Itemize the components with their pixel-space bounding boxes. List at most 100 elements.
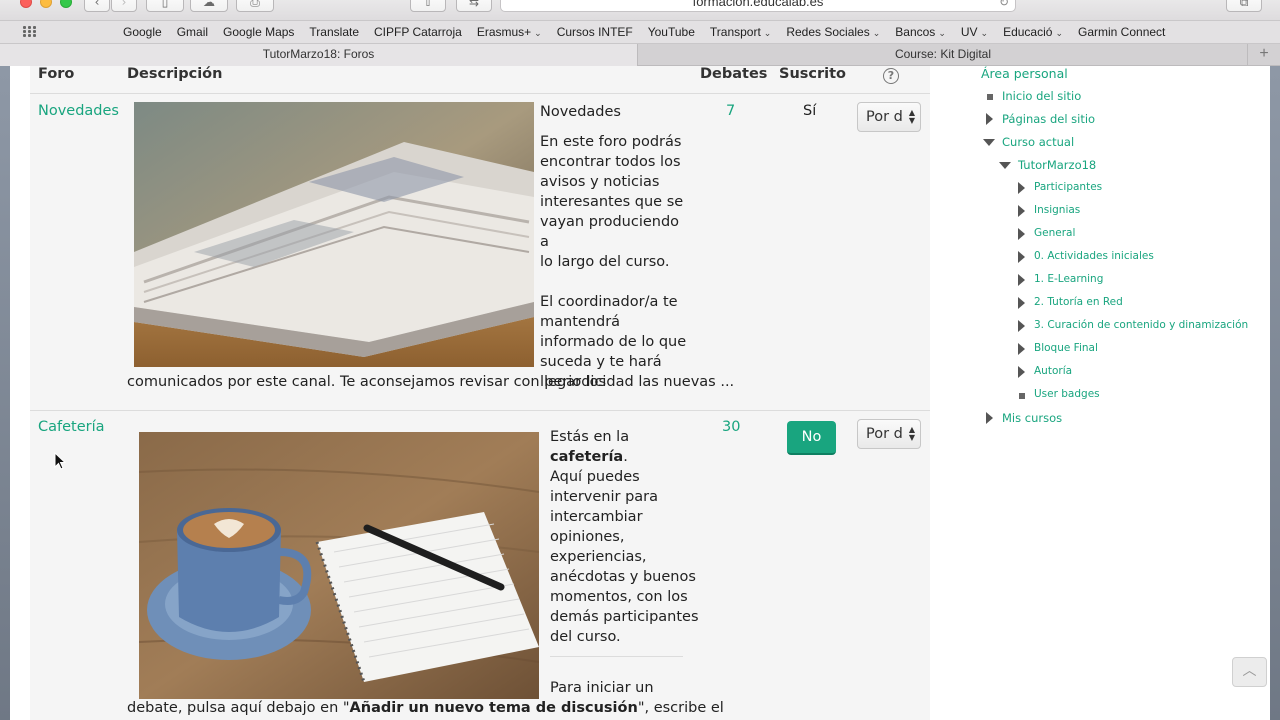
share-button[interactable]: ⇧	[410, 0, 446, 12]
digest-select[interactable]: Por d ▲ ▼	[857, 419, 921, 449]
expand-arrow-icon[interactable]	[1018, 182, 1025, 194]
bookmark-item[interactable]: Transport ⌄	[710, 25, 771, 39]
nav-item[interactable]: Área personal	[981, 66, 1068, 81]
expand-arrow-icon[interactable]	[1018, 343, 1025, 355]
description-line: Aquí puedes	[550, 469, 640, 485]
bookmark-item[interactable]: Google Maps	[223, 25, 294, 39]
expand-arrow-icon[interactable]	[986, 113, 993, 125]
bookmark-item[interactable]: Garmin Connect	[1078, 25, 1165, 39]
nav-item[interactable]: Insignias	[1018, 204, 1081, 217]
chevron-down-icon: ⌄	[1055, 28, 1063, 38]
address-bar[interactable]: formacion.educalab.es ↻	[500, 0, 1016, 12]
forum-link-cafeteria[interactable]: Cafetería	[38, 419, 105, 435]
nav-item[interactable]: 3. Curación de contenido y dinamización	[1018, 319, 1249, 332]
bookmark-item[interactable]: Bancos ⌄	[895, 25, 946, 39]
bookmark-item[interactable]: YouTube	[648, 25, 695, 39]
nav-item[interactable]: Curso actual	[983, 135, 1075, 149]
extension-button[interactable]: ⇆	[456, 0, 492, 12]
close-window-button[interactable]	[20, 0, 32, 8]
bookmark-item[interactable]: UV ⌄	[961, 25, 988, 39]
nav-item[interactable]: User badges	[1019, 388, 1100, 400]
expand-arrow-icon[interactable]	[1018, 274, 1025, 286]
debates-count[interactable]: 30	[722, 419, 740, 435]
expand-arrow-icon[interactable]	[1018, 297, 1025, 309]
tabs-overview-button[interactable]: ⧉	[1226, 0, 1262, 12]
description-bold: Añadir un nuevo tema de discusión	[349, 700, 638, 716]
nav-item[interactable]: Mis cursos	[986, 411, 1062, 425]
select-value: Por d	[866, 109, 903, 125]
scroll-to-top-button[interactable]: ︿	[1232, 657, 1267, 687]
nav-item[interactable]: Bloque Final	[1018, 342, 1098, 355]
bookmark-label: Gmail	[176, 25, 209, 39]
collapse-arrow-icon[interactable]	[999, 162, 1011, 169]
sidebar-button[interactable]: ▯	[146, 0, 184, 12]
expand-arrow-icon[interactable]	[1018, 251, 1025, 263]
bookmark-item[interactable]: Cursos INTEF	[557, 25, 633, 39]
nav-item-label: 3. Curación de contenido y dinamización	[1034, 319, 1249, 331]
nav-item-label: Páginas del sitio	[1002, 112, 1096, 126]
new-tab-button[interactable]: +	[1247, 44, 1280, 66]
bookmark-item[interactable]: Google	[123, 25, 162, 39]
debates-count[interactable]: 7	[726, 103, 735, 119]
nav-item-label: Insignias	[1034, 204, 1081, 216]
header-subscribed: Suscrito	[779, 66, 847, 82]
subscribe-toggle-button[interactable]: No	[787, 421, 836, 455]
bookmark-label: Translate	[309, 25, 359, 39]
bookmark-label: Redes Sociales	[786, 25, 870, 39]
browser-toolbar: ‹ › ▯ ☁ ⎙ ⇧ ⇆ formacion.educalab.es ↻ ⧉	[0, 0, 1280, 21]
bookmark-item[interactable]: Erasmus+ ⌄	[477, 25, 542, 39]
description-line: demás participantes	[550, 609, 699, 625]
nav-item[interactable]: Páginas del sitio	[986, 112, 1096, 126]
tab-tutormarzo18-foros[interactable]: TutorMarzo18: Foros	[0, 44, 638, 66]
chevron-right-icon: ›	[121, 0, 127, 9]
desktop-background	[0, 66, 10, 720]
select-arrows-icon: ▲ ▼	[908, 108, 915, 125]
reload-icon[interactable]: ↻	[999, 0, 1009, 11]
expand-arrow-icon[interactable]	[1018, 320, 1025, 332]
header-debates: Debates	[700, 66, 768, 82]
bookmark-label: Bancos	[895, 25, 936, 39]
bookmark-label: Educació	[1003, 25, 1053, 39]
minimize-window-button[interactable]	[40, 0, 52, 8]
nav-item[interactable]: TutorMarzo18	[999, 158, 1097, 172]
nav-item[interactable]: Participantes	[1018, 181, 1102, 194]
forum-link-novedades[interactable]: Novedades	[38, 103, 119, 119]
bookmark-item[interactable]: CIPFP Catarroja	[374, 25, 462, 39]
nav-item-label: TutorMarzo18	[1018, 158, 1097, 172]
expand-arrow-icon[interactable]	[986, 412, 993, 424]
apps-grid-icon[interactable]	[23, 26, 37, 38]
nav-item-label: Curso actual	[1002, 135, 1075, 149]
print-button[interactable]: ⎙	[236, 0, 274, 12]
expand-arrow-icon[interactable]	[1018, 366, 1025, 378]
nav-item[interactable]: Autoría	[1018, 365, 1072, 378]
nav-item[interactable]: 0. Actividades iniciales	[1018, 250, 1154, 263]
digest-select[interactable]: Por d ▲ ▼	[857, 102, 921, 132]
tab-course-kit-digital[interactable]: Course: Kit Digital	[639, 44, 1247, 66]
nav-item-label: 1. E-Learning	[1034, 273, 1104, 285]
bookmark-item[interactable]: Gmail	[177, 25, 208, 39]
description-tail: debate, pulsa aquí debajo en "Añadir un …	[127, 698, 724, 718]
cloud-icon: ☁	[203, 0, 215, 9]
select-arrows-icon: ▲ ▼	[908, 425, 915, 442]
collapse-arrow-icon[interactable]	[983, 139, 995, 146]
nav-item[interactable]: 1. E-Learning	[1018, 273, 1104, 286]
description-line: experiencias,	[550, 549, 647, 565]
page-content: Foro Descripción Debates Suscrito ? Nove…	[10, 66, 1270, 720]
bookmark-item[interactable]: Redes Sociales ⌄	[786, 25, 880, 39]
back-button[interactable]: ‹	[84, 0, 110, 12]
expand-arrow-icon[interactable]	[1018, 205, 1025, 217]
arrows-icon: ⇆	[468, 0, 480, 9]
bookmark-item[interactable]: Translate	[309, 25, 359, 39]
fullscreen-window-button[interactable]	[60, 0, 72, 8]
nav-item[interactable]: General	[1018, 227, 1075, 240]
nav-item[interactable]: 2. Tutoría en Red	[1018, 296, 1123, 309]
question-circle-icon[interactable]: ?	[883, 68, 899, 84]
bookmark-item[interactable]: Educació ⌄	[1003, 25, 1063, 39]
nav-item[interactable]: Inicio del sitio	[987, 89, 1081, 103]
bookmark-label: CIPFP Catarroja	[374, 25, 462, 39]
forward-button[interactable]: ›	[111, 0, 137, 12]
expand-arrow-icon[interactable]	[1018, 228, 1025, 240]
description-line: vayan produciendo a	[540, 214, 680, 250]
bullet-icon	[1019, 393, 1025, 399]
icloud-button[interactable]: ☁	[190, 0, 228, 12]
